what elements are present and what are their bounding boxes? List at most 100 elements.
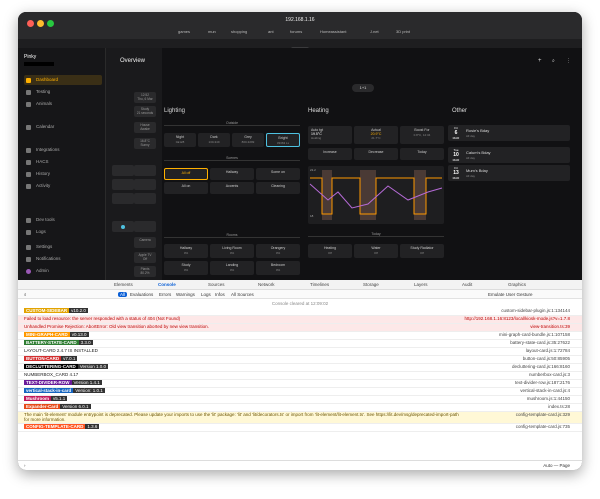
bookmark-games[interactable]: games bbox=[178, 29, 190, 34]
tab-elements[interactable]: Elements bbox=[114, 282, 133, 287]
room-living-button[interactable]: Living Room 0% bbox=[210, 244, 254, 258]
water-toggle[interactable]: Water Off bbox=[354, 244, 398, 258]
icon-tile-7[interactable] bbox=[134, 221, 156, 232]
plants-tile[interactable]: Plants 80.2% bbox=[134, 266, 156, 277]
study-tile[interactable]: Study 21 seconds bbox=[134, 106, 156, 117]
sidebar-item-testing[interactable]: Testing bbox=[24, 87, 102, 97]
sidebar-item-logs[interactable]: Logs bbox=[24, 227, 102, 237]
icon-tile-4[interactable] bbox=[134, 179, 156, 190]
appletv-tile[interactable]: Apple TV Off bbox=[134, 252, 156, 263]
sidebar-item-activity[interactable]: Activity bbox=[24, 181, 102, 191]
room-landing-button[interactable]: Landing 0% bbox=[210, 261, 254, 275]
mode-dark-button[interactable]: Dark 130-349 bbox=[198, 133, 230, 147]
console-source-link[interactable]: text-divider-row.js:187:2176 bbox=[515, 380, 570, 385]
address-bar[interactable]: 192.168.1.16 bbox=[18, 17, 582, 23]
sidebar-item-calendar[interactable]: Calendar bbox=[24, 122, 102, 132]
filter-errors[interactable]: Errors bbox=[159, 292, 171, 297]
console-source-link[interactable]: numberbox-card.js:3 bbox=[529, 372, 570, 377]
icon-tile-6[interactable] bbox=[134, 193, 156, 204]
tab-layers[interactable]: Layers bbox=[414, 282, 428, 287]
room-hallway-button[interactable]: Hallway 0% bbox=[164, 244, 208, 258]
console-source-link[interactable]: custom-sidebar-plugin.js:1:134144 bbox=[501, 308, 570, 313]
sidebar-item-admin[interactable]: Admin bbox=[24, 266, 102, 276]
icon-tile-5[interactable] bbox=[112, 193, 134, 204]
more-icon[interactable]: ⋮ bbox=[566, 58, 571, 64]
console-source-link[interactable]: config-template-card.js:735 bbox=[516, 424, 570, 429]
console-source-link[interactable]: view-transition.ts:39 bbox=[530, 324, 570, 329]
today-button[interactable]: Today bbox=[400, 148, 444, 160]
console-source-link[interactable]: vertical-stack-in-card.js:4 bbox=[520, 388, 570, 393]
room-orangery-button[interactable]: Orangery 0% bbox=[256, 244, 300, 258]
mode-grey-button[interactable]: Grey 800-3299 bbox=[232, 133, 264, 147]
increase-button[interactable]: Increase bbox=[308, 148, 352, 160]
icon-tile-3[interactable] bbox=[112, 179, 134, 190]
house-tile[interactable]: House Awake bbox=[134, 122, 156, 133]
filter-search-icon[interactable]: ⌕ bbox=[24, 292, 27, 297]
emulate-gesture-checkbox[interactable]: Emulate User Gesture bbox=[488, 292, 533, 297]
heating-toggle[interactable]: Heating Off bbox=[308, 244, 352, 258]
sidebar-item-devtools[interactable]: Dev tools bbox=[24, 215, 102, 225]
tab-graphics[interactable]: Graphics bbox=[508, 282, 526, 287]
mode-bright-button[interactable]: Bright 33363 Lx bbox=[266, 133, 300, 147]
bookmark-mun[interactable]: mun bbox=[208, 29, 216, 34]
filter-infos[interactable]: Infos bbox=[215, 292, 225, 297]
console-context[interactable]: Auto — Page bbox=[543, 461, 570, 470]
bookmark-shopping[interactable]: shopping bbox=[231, 29, 247, 34]
filter-warnings[interactable]: Warnings bbox=[176, 292, 195, 297]
add-icon[interactable]: + bbox=[538, 58, 542, 64]
console-source-link[interactable]: config-template-card.js:329 bbox=[516, 412, 570, 417]
bookmark-ant[interactable]: ant bbox=[268, 29, 274, 34]
tab-timelines[interactable]: Timelines bbox=[310, 282, 329, 287]
mode-night-button[interactable]: Night 0●128 bbox=[164, 133, 196, 147]
filter-all[interactable]: All bbox=[118, 292, 128, 297]
icon-tile-2[interactable] bbox=[134, 165, 156, 176]
filter-all-sources[interactable]: All Sources bbox=[231, 292, 254, 297]
console-source-link[interactable]: layout-card.js:1:72784 bbox=[526, 348, 570, 353]
scene-some-on-button[interactable]: Some on bbox=[256, 168, 300, 180]
console-source-link[interactable]: battery-state-card.js:35:27622 bbox=[510, 340, 570, 345]
tab-network[interactable]: Network bbox=[258, 282, 275, 287]
room-bedroom-button[interactable]: Bedroom 0% bbox=[256, 261, 300, 275]
bookmark-jnet[interactable]: J.net bbox=[370, 29, 379, 34]
tab-sources[interactable]: Sources bbox=[208, 282, 225, 287]
scene-cleaning-button[interactable]: Cleaning bbox=[256, 182, 300, 194]
console-source-link[interactable]: decluttering-card.js:166:8160 bbox=[512, 364, 570, 369]
bookmark-homeassistant[interactable]: Homeassistant bbox=[320, 29, 346, 34]
bookmark-3dprint[interactable]: 3D print bbox=[396, 29, 410, 34]
icon-tile-1[interactable] bbox=[112, 165, 134, 176]
sidebar-item-settings[interactable]: Settings bbox=[24, 242, 102, 252]
filter-evaluations[interactable]: Evaluations bbox=[130, 292, 153, 297]
sidebar-item-history[interactable]: History bbox=[24, 169, 102, 179]
room-study-button[interactable]: Study 0% bbox=[164, 261, 208, 275]
console-source-link[interactable]: mushroom.js:1:44150 bbox=[527, 396, 570, 401]
bookmark-forums[interactable]: forums bbox=[290, 29, 302, 34]
status-badge[interactable]: 1+1 bbox=[352, 84, 374, 92]
scene-all-off-button[interactable]: All off bbox=[164, 168, 208, 180]
weather-tile[interactable]: 16.8°C Sunny bbox=[134, 138, 156, 149]
calendar-event[interactable]: Fri 13 MAR Mum's Bday All day bbox=[448, 165, 570, 181]
console-source-link[interactable]: http://192.168.1.16:8123/local/kiosk-mod… bbox=[465, 316, 570, 321]
sidebar-item-notifications[interactable]: Notifications bbox=[24, 254, 102, 264]
lightbulb-tile[interactable] bbox=[112, 221, 134, 232]
calendar-event[interactable]: Fri 6 MAR Rosie's Bday All day bbox=[448, 125, 570, 141]
sidebar-item-integrations[interactable]: Integrations bbox=[24, 145, 102, 155]
tab-audit[interactable]: Audit bbox=[462, 282, 472, 287]
decrease-button[interactable]: Decrease bbox=[354, 148, 398, 160]
tab-storage[interactable]: Storage bbox=[363, 282, 379, 287]
search-icon[interactable]: ⌕ bbox=[552, 58, 555, 64]
scene-all-on-button[interactable]: All on bbox=[164, 182, 208, 194]
calendar-event[interactable]: Tue 10 MAR Calum's Bday All day bbox=[448, 147, 570, 163]
scene-accents-button[interactable]: Accents bbox=[210, 182, 254, 194]
sidebar-item-animals[interactable]: Animals bbox=[24, 99, 102, 109]
study-radiator-toggle[interactable]: Study Radiator Off bbox=[400, 244, 444, 258]
console-input[interactable]: › Auto — Page bbox=[18, 460, 582, 470]
boost-card[interactable]: Boost For 0.8°C, 12:34 bbox=[400, 126, 444, 144]
sidebar-item-dashboard[interactable]: Dashboard bbox=[24, 75, 102, 85]
sidebar-item-hacs[interactable]: HACS bbox=[24, 157, 102, 167]
filter-logs[interactable]: Logs bbox=[201, 292, 211, 297]
console-source-link[interactable]: index.ts:28 bbox=[548, 404, 570, 409]
console-source-link[interactable]: mini-graph-card-bundle.js:1:107158 bbox=[499, 332, 570, 337]
tab-console[interactable]: Console bbox=[158, 282, 176, 287]
console-source-link[interactable]: button-card.js:50:85905 bbox=[523, 356, 570, 361]
scene-hallway-button[interactable]: Hallway bbox=[210, 168, 254, 180]
